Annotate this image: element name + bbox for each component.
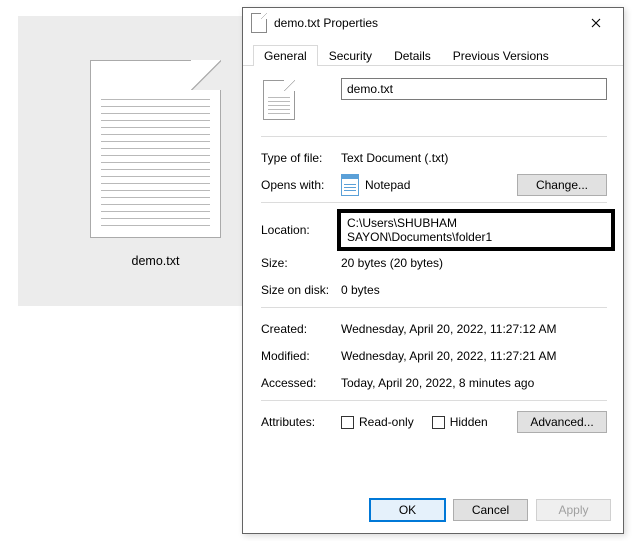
label-modified: Modified:: [261, 349, 341, 363]
label-location: Location:: [261, 223, 341, 237]
file-thumbnail[interactable]: [90, 60, 221, 238]
value-created: Wednesday, April 20, 2022, 11:27:12 AM: [341, 322, 607, 336]
titlebar-file-icon: [251, 13, 267, 33]
label-attributes: Attributes:: [261, 415, 341, 429]
checkbox-box-icon: [341, 416, 354, 429]
value-opens-with: Notepad: [365, 178, 410, 192]
tab-security[interactable]: Security: [318, 45, 383, 66]
value-accessed: Today, April 20, 2022, 8 minutes ago: [341, 376, 607, 390]
tab-content: Type of file: Text Document (.txt) Opens…: [243, 66, 623, 489]
readonly-label: Read-only: [359, 415, 414, 429]
window-title: demo.txt Properties: [274, 16, 577, 30]
label-type-of-file: Type of file:: [261, 151, 341, 165]
value-type-of-file: Text Document (.txt): [341, 151, 607, 165]
hidden-checkbox[interactable]: Hidden: [432, 415, 488, 429]
label-opens-with: Opens with:: [261, 178, 341, 192]
tab-general[interactable]: General: [253, 45, 318, 66]
label-size-on-disk: Size on disk:: [261, 283, 341, 297]
notepad-icon: [341, 174, 359, 196]
value-size-on-disk: 0 bytes: [341, 283, 607, 297]
label-accessed: Accessed:: [261, 376, 341, 390]
titlebar[interactable]: demo.txt Properties: [243, 8, 623, 38]
value-location: C:\Users\SHUBHAM SAYON\Documents\folder1: [337, 209, 615, 251]
tabstrip: General Security Details Previous Versio…: [243, 38, 623, 66]
ok-button[interactable]: OK: [370, 499, 445, 521]
cancel-button[interactable]: Cancel: [453, 499, 528, 521]
close-button[interactable]: [577, 9, 615, 37]
properties-dialog: demo.txt Properties General Security Det…: [242, 7, 624, 534]
label-created: Created:: [261, 322, 341, 336]
label-size: Size:: [261, 256, 341, 270]
file-thumbnail-label[interactable]: demo.txt: [132, 254, 180, 268]
tab-previous-versions[interactable]: Previous Versions: [442, 45, 560, 66]
filename-input[interactable]: [341, 78, 607, 100]
readonly-checkbox[interactable]: Read-only: [341, 415, 414, 429]
hidden-label: Hidden: [450, 415, 488, 429]
file-type-icon: [263, 80, 295, 120]
checkbox-box-icon: [432, 416, 445, 429]
advanced-button[interactable]: Advanced...: [517, 411, 607, 433]
tab-details[interactable]: Details: [383, 45, 442, 66]
change-button[interactable]: Change...: [517, 174, 607, 196]
apply-button: Apply: [536, 499, 611, 521]
value-modified: Wednesday, April 20, 2022, 11:27:21 AM: [341, 349, 607, 363]
value-size: 20 bytes (20 bytes): [341, 256, 607, 270]
close-icon: [591, 18, 601, 28]
dialog-button-bar: OK Cancel Apply: [243, 489, 623, 533]
